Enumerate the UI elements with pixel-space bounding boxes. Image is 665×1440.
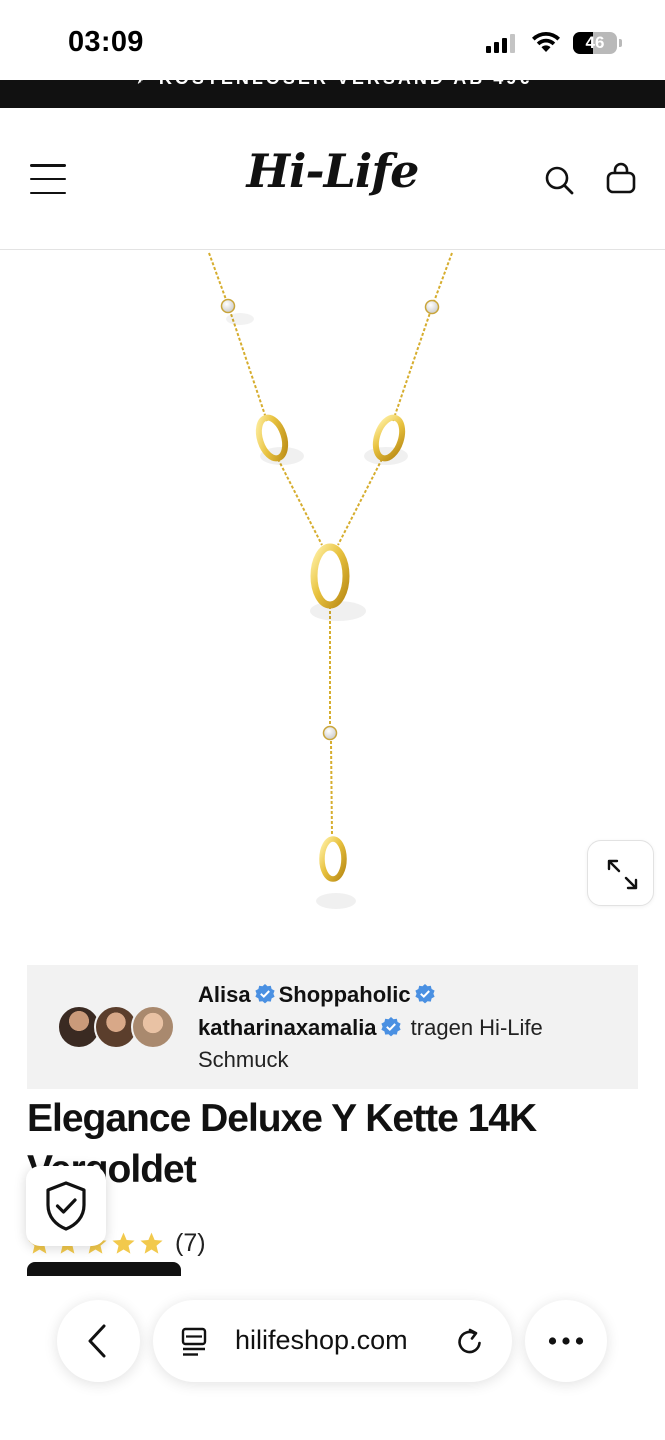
back-icon [88, 1324, 106, 1358]
search-icon[interactable] [542, 163, 576, 197]
expand-icon [607, 859, 638, 890]
product-image[interactable] [0, 251, 665, 951]
battery-level: 46 [585, 33, 605, 52]
more-icon [548, 1337, 584, 1345]
url-text: hilifeshop.com [235, 1325, 408, 1355]
announcement-bar[interactable]: ✈ KOSTENLOSER VERSAND AB 49€ [0, 80, 665, 108]
reload-icon[interactable] [455, 1327, 485, 1357]
announcement-text: ✈ KOSTENLOSER VERSAND AB 49€ [0, 80, 665, 89]
menu-icon[interactable] [30, 164, 66, 194]
influencer-name: katharinaxamalia [198, 1014, 377, 1040]
more-button[interactable] [525, 1300, 607, 1382]
bag-icon[interactable] [604, 161, 638, 197]
add-to-cart-button[interactable] [27, 1262, 181, 1276]
wifi-icon [532, 32, 560, 52]
rating-count[interactable]: (7) [175, 1229, 206, 1258]
avatar-group [57, 1005, 175, 1049]
status-time: 03:09 [68, 26, 144, 58]
zoom-button[interactable] [587, 840, 654, 906]
avatar [131, 1005, 175, 1049]
signal-icon [486, 33, 515, 53]
status-bar: 03:09 46 [0, 0, 665, 80]
verified-badge-icon [254, 984, 275, 1004]
social-proof-banner: Alisa Shoppaholic katharinaxamalia tragen … [27, 965, 638, 1089]
necklace-image [208, 252, 453, 909]
trust-badge[interactable] [26, 1166, 106, 1246]
influencer-name: Alisa [198, 982, 251, 1007]
star-icon [112, 1232, 135, 1254]
star-icon [140, 1232, 163, 1254]
site-header: Hi-Life [0, 108, 665, 250]
influencer-name: Shoppaholic [278, 982, 411, 1007]
product-title: Elegance Deluxe Y Kette 14K Vergoldet [27, 1097, 537, 1191]
back-button[interactable] [57, 1300, 140, 1382]
verified-badge-icon [414, 984, 435, 1004]
site-logo[interactable]: Hi-Life [240, 138, 425, 218]
social-proof-text: Alisa Shoppaholic katharinaxamalia tragen … [198, 979, 618, 1077]
battery-cap [619, 39, 622, 47]
logo-text: Hi-Life [246, 144, 420, 198]
verified-badge-icon [380, 1016, 401, 1036]
battery-icon: 46 [573, 32, 617, 54]
address-bar[interactable]: hilifeshop.com [153, 1300, 512, 1382]
page-icon[interactable] [179, 1326, 209, 1358]
shield-check-icon [46, 1181, 86, 1231]
